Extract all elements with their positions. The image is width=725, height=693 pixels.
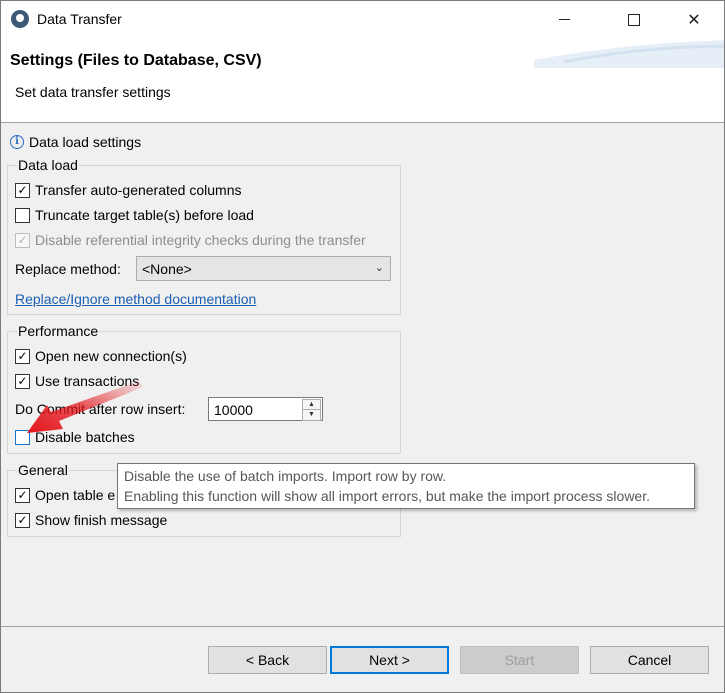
- cancel-button[interactable]: Cancel: [590, 646, 709, 674]
- select-value: <None>: [142, 261, 192, 277]
- app-logo-icon: [11, 10, 29, 28]
- show-finish-message-checkbox[interactable]: ✓ Show finish message: [15, 512, 167, 528]
- check-icon: ✓: [15, 232, 30, 248]
- maximize-icon: [628, 13, 640, 26]
- maximize-button[interactable]: [611, 1, 657, 38]
- spinner-value: 10000: [214, 402, 253, 418]
- check-icon: ✓: [15, 512, 30, 528]
- disable-batches-tooltip: Disable the use of batch imports. Import…: [117, 463, 695, 509]
- data-load-settings-info: i Data load settings: [10, 134, 141, 150]
- checkbox-label: Use transactions: [35, 373, 140, 389]
- start-button[interactable]: Start: [460, 646, 579, 674]
- check-icon: ✓: [15, 373, 30, 389]
- check-icon: ✓: [15, 348, 30, 364]
- commit-row-count-spinner[interactable]: 10000 ▲ ▼: [208, 397, 323, 421]
- commit-label: Do Commit after row insert:: [15, 401, 186, 417]
- checkbox-label: Open new connection(s): [35, 348, 187, 364]
- check-icon: ✓: [15, 487, 30, 503]
- data-transfer-window: Data Transfer ✕ Settings (Files to Datab…: [0, 0, 725, 693]
- back-button[interactable]: < Back: [208, 646, 327, 674]
- checkbox-label: Disable batches: [35, 429, 135, 445]
- performance-legend: Performance: [17, 323, 100, 339]
- minimize-icon: [558, 19, 570, 20]
- data-load-legend: Data load: [17, 157, 79, 173]
- disable-referential-integrity-checkbox: ✓ Disable referential integrity checks d…: [15, 232, 366, 248]
- window-title: Data Transfer: [37, 11, 122, 27]
- replace-method-select[interactable]: <None> ⌄: [136, 256, 391, 281]
- transfer-auto-generated-checkbox[interactable]: ✓ Transfer auto-generated columns: [15, 182, 241, 198]
- check-icon: ✓: [15, 182, 30, 198]
- close-button[interactable]: ✕: [671, 1, 717, 38]
- unchecked-box-icon: [15, 429, 30, 445]
- tooltip-line-1: Disable the use of batch imports. Import…: [124, 468, 447, 484]
- checkbox-label: Open table e: [35, 487, 116, 503]
- open-table-checkbox[interactable]: ✓ Open table e: [15, 487, 115, 503]
- unchecked-box-icon: [15, 207, 30, 223]
- footer-separator: [1, 626, 724, 627]
- use-transactions-checkbox[interactable]: ✓ Use transactions: [15, 373, 139, 389]
- truncate-target-checkbox[interactable]: Truncate target table(s) before load: [15, 207, 254, 223]
- minimize-button[interactable]: [541, 1, 587, 38]
- next-button[interactable]: Next >: [330, 646, 449, 674]
- open-new-connection-checkbox[interactable]: ✓ Open new connection(s): [15, 348, 187, 364]
- replace-method-label: Replace method:: [15, 261, 121, 277]
- wizard-header: Settings (Files to Database, CSV) Set da…: [1, 38, 724, 123]
- checkbox-label: Disable referential integrity checks dur…: [35, 232, 366, 248]
- title-bar: Data Transfer ✕: [1, 1, 724, 38]
- tooltip-line-2: Enabling this function will show all imp…: [124, 488, 650, 504]
- general-legend: General: [17, 462, 69, 478]
- close-icon: ✕: [687, 11, 701, 29]
- header-decoration: [534, 40, 724, 68]
- replace-method-doc-link[interactable]: Replace/Ignore method documentation: [15, 291, 256, 307]
- page-subtitle: Set data transfer settings: [15, 84, 171, 100]
- page-title: Settings (Files to Database, CSV): [10, 52, 262, 69]
- checkbox-label: Transfer auto-generated columns: [35, 182, 242, 198]
- chevron-down-icon: ⌄: [374, 262, 384, 274]
- spin-down-icon[interactable]: ▼: [302, 409, 321, 421]
- info-icon: i: [10, 135, 24, 149]
- disable-batches-checkbox[interactable]: Disable batches: [15, 429, 135, 445]
- checkbox-label: Truncate target table(s) before load: [35, 207, 254, 223]
- checkbox-label: Show finish message: [35, 512, 168, 528]
- info-label: Data load settings: [29, 134, 142, 150]
